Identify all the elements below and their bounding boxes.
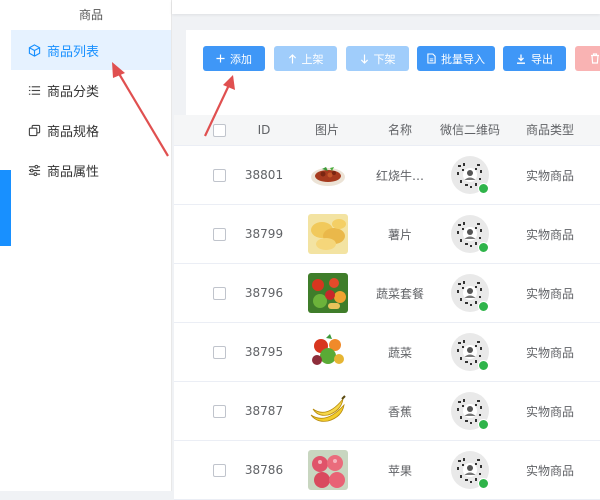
product-image[interactable] — [308, 382, 348, 440]
row-id: 38795 — [244, 345, 284, 359]
column-header-image: 图片 — [314, 123, 339, 137]
sliders-icon — [27, 163, 41, 177]
off-shelf-button[interactable]: 下架 — [346, 46, 409, 71]
qr-code-icon — [451, 215, 489, 253]
batch-import-button[interactable]: 批量导入 — [417, 46, 495, 71]
wechat-qr-code[interactable] — [450, 205, 490, 263]
sidebar-item-product-list[interactable]: 商品列表 — [11, 30, 171, 70]
list-icon — [27, 83, 41, 97]
row-checkbox[interactable] — [209, 264, 229, 322]
row-checkbox[interactable] — [209, 382, 229, 440]
trash-icon — [591, 53, 599, 64]
row-id: 38786 — [244, 463, 284, 477]
export-button[interactable]: 导出 — [503, 46, 566, 71]
wechat-qr-code[interactable] — [450, 382, 490, 440]
row-type: 实物商品 — [525, 227, 574, 242]
sidebar-item-label: 商品分类 — [47, 84, 100, 100]
vegetable-set-image — [308, 273, 348, 313]
qr-code-icon — [451, 392, 489, 430]
row-name: 红烧牛… — [375, 168, 424, 183]
copy-icon — [27, 123, 41, 137]
sidebar-item-label: 商品属性 — [47, 164, 100, 180]
apple-image — [308, 450, 348, 490]
row-checkbox[interactable] — [209, 323, 229, 381]
arrow-up-icon — [288, 53, 296, 63]
row-name: 薯片 — [387, 227, 412, 242]
product-image[interactable] — [308, 441, 348, 499]
potato-chips-image — [308, 214, 348, 254]
vegetables-image — [308, 332, 348, 372]
row-type: 实物商品 — [525, 404, 574, 419]
column-header-wechat-qr: 微信二维码 — [439, 123, 500, 137]
product-image[interactable] — [308, 205, 348, 263]
select-all-checkbox[interactable] — [209, 115, 229, 145]
arrow-down-icon — [360, 54, 368, 64]
row-type: 实物商品 — [525, 463, 574, 478]
left-strip-accent — [0, 170, 11, 246]
table-row[interactable]: 38786 苹果 实物商品 — [174, 441, 600, 500]
braised-beef-food-image — [308, 155, 348, 195]
wechat-qr-code[interactable] — [450, 323, 490, 381]
product-image[interactable] — [308, 146, 348, 204]
row-id: 38787 — [244, 404, 284, 418]
row-name: 蔬菜 — [387, 345, 412, 360]
left-strip — [0, 0, 11, 491]
column-header-type: 商品类型 — [525, 123, 574, 137]
delete-button[interactable] — [575, 46, 600, 71]
qr-code-icon — [451, 451, 489, 489]
product-image[interactable] — [308, 323, 348, 381]
sidebar: 商品 商品列表 商品分类 商品规格 商品属性 — [11, 0, 172, 491]
column-header-name: 名称 — [387, 123, 412, 137]
add-button[interactable]: 添加 — [203, 46, 265, 71]
banana-image — [308, 391, 348, 431]
row-id: 38796 — [244, 286, 284, 300]
sidebar-item-product-category[interactable]: 商品分类 — [11, 70, 171, 110]
table-header: ID 图片 名称 微信二维码 商品类型 — [174, 115, 600, 146]
plus-icon — [216, 54, 225, 63]
qr-code-icon — [451, 156, 489, 194]
wechat-qr-code[interactable] — [450, 441, 490, 499]
row-checkbox[interactable] — [209, 146, 229, 204]
product-image[interactable] — [308, 264, 348, 322]
row-type: 实物商品 — [525, 168, 574, 183]
table-row[interactable]: 38796 蔬菜套餐 实物商品 — [174, 264, 600, 323]
table-row[interactable]: 38801 红烧牛… 实物商品 — [174, 146, 600, 205]
wechat-qr-code[interactable] — [450, 264, 490, 322]
row-name: 香蕉 — [387, 404, 412, 419]
top-header-bar — [172, 0, 600, 14]
table-row[interactable]: 38787 香蕉 实物商品 — [174, 382, 600, 441]
sidebar-item-label: 商品列表 — [47, 44, 100, 60]
row-name: 蔬菜套餐 — [375, 286, 424, 301]
sidebar-item-product-attr[interactable]: 商品属性 — [11, 150, 171, 190]
row-type: 实物商品 — [525, 286, 574, 301]
on-shelf-button[interactable]: 上架 — [274, 46, 337, 71]
wechat-qr-code[interactable] — [450, 146, 490, 204]
column-header-id[interactable]: ID — [234, 115, 294, 145]
row-checkbox[interactable] — [209, 205, 229, 263]
row-type: 实物商品 — [525, 345, 574, 360]
row-id: 38801 — [244, 168, 284, 182]
table-row[interactable]: 38799 薯片 实物商品 — [174, 205, 600, 264]
row-id: 38799 — [244, 227, 284, 241]
row-name: 苹果 — [387, 463, 412, 478]
table-row[interactable]: 38795 蔬菜 实物商品 — [174, 323, 600, 382]
sidebar-item-label: 商品规格 — [47, 124, 100, 140]
sidebar-group-title: 商品 — [78, 8, 103, 22]
download-icon — [517, 54, 525, 64]
row-checkbox[interactable] — [209, 441, 229, 499]
cube-icon — [27, 43, 41, 57]
document-icon — [427, 53, 436, 64]
qr-code-icon — [451, 333, 489, 371]
qr-code-icon — [451, 274, 489, 312]
sidebar-item-product-spec[interactable]: 商品规格 — [11, 110, 171, 150]
